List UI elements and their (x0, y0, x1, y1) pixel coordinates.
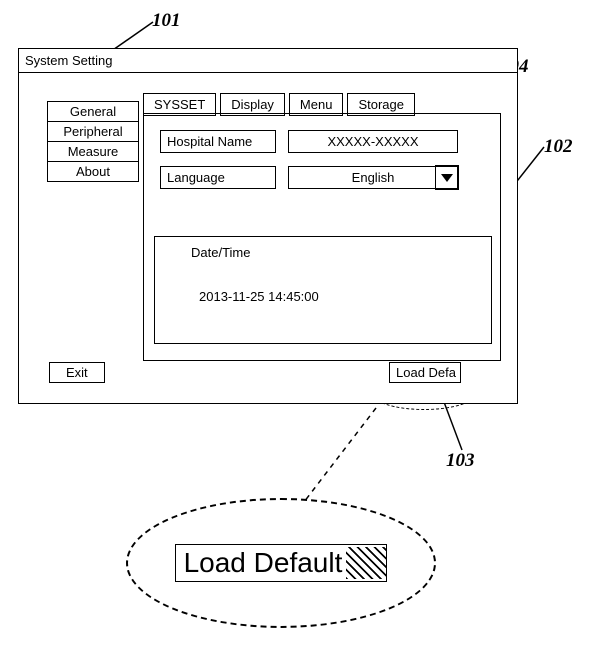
date-time-value: 2013-11-25 14:45:00 (199, 289, 319, 304)
sidebar-item-about[interactable]: About (47, 161, 139, 182)
system-setting-window: System Setting General Peripheral Measur… (18, 48, 518, 404)
date-time-label: Date/Time (191, 245, 250, 260)
sidebar-item-general[interactable]: General (47, 101, 139, 122)
window-body: General Peripheral Measure About SYSSET … (19, 73, 517, 403)
truncation-hatch-icon (346, 547, 386, 579)
load-default-button-full[interactable]: Load Default (175, 544, 388, 582)
ref-103: 103 (446, 450, 475, 472)
load-default-label: Load Default (184, 547, 347, 579)
callout-ellipse-large: Load Default (126, 498, 436, 628)
exit-button[interactable]: Exit (49, 362, 105, 383)
ref-102: 102 (544, 136, 573, 158)
window-title: System Setting (19, 49, 517, 73)
sidebar: General Peripheral Measure About (47, 101, 139, 181)
settings-panel: Hospital Name XXXXX-XXXXX Language Engli… (143, 113, 501, 361)
hospital-name-label: Hospital Name (160, 130, 276, 153)
language-label: Language (160, 166, 276, 189)
sidebar-item-peripheral[interactable]: Peripheral (47, 121, 139, 142)
chevron-down-icon (440, 173, 454, 183)
ref-101: 101 (152, 10, 181, 32)
load-default-button-truncated[interactable]: Load Defa (389, 362, 461, 383)
language-dropdown-button[interactable] (435, 165, 459, 190)
sidebar-item-measure[interactable]: Measure (47, 141, 139, 162)
date-time-box: Date/Time 2013-11-25 14:45:00 (154, 236, 492, 344)
hospital-name-field[interactable]: XXXXX-XXXXX (288, 130, 458, 153)
language-select[interactable]: English (288, 166, 458, 189)
